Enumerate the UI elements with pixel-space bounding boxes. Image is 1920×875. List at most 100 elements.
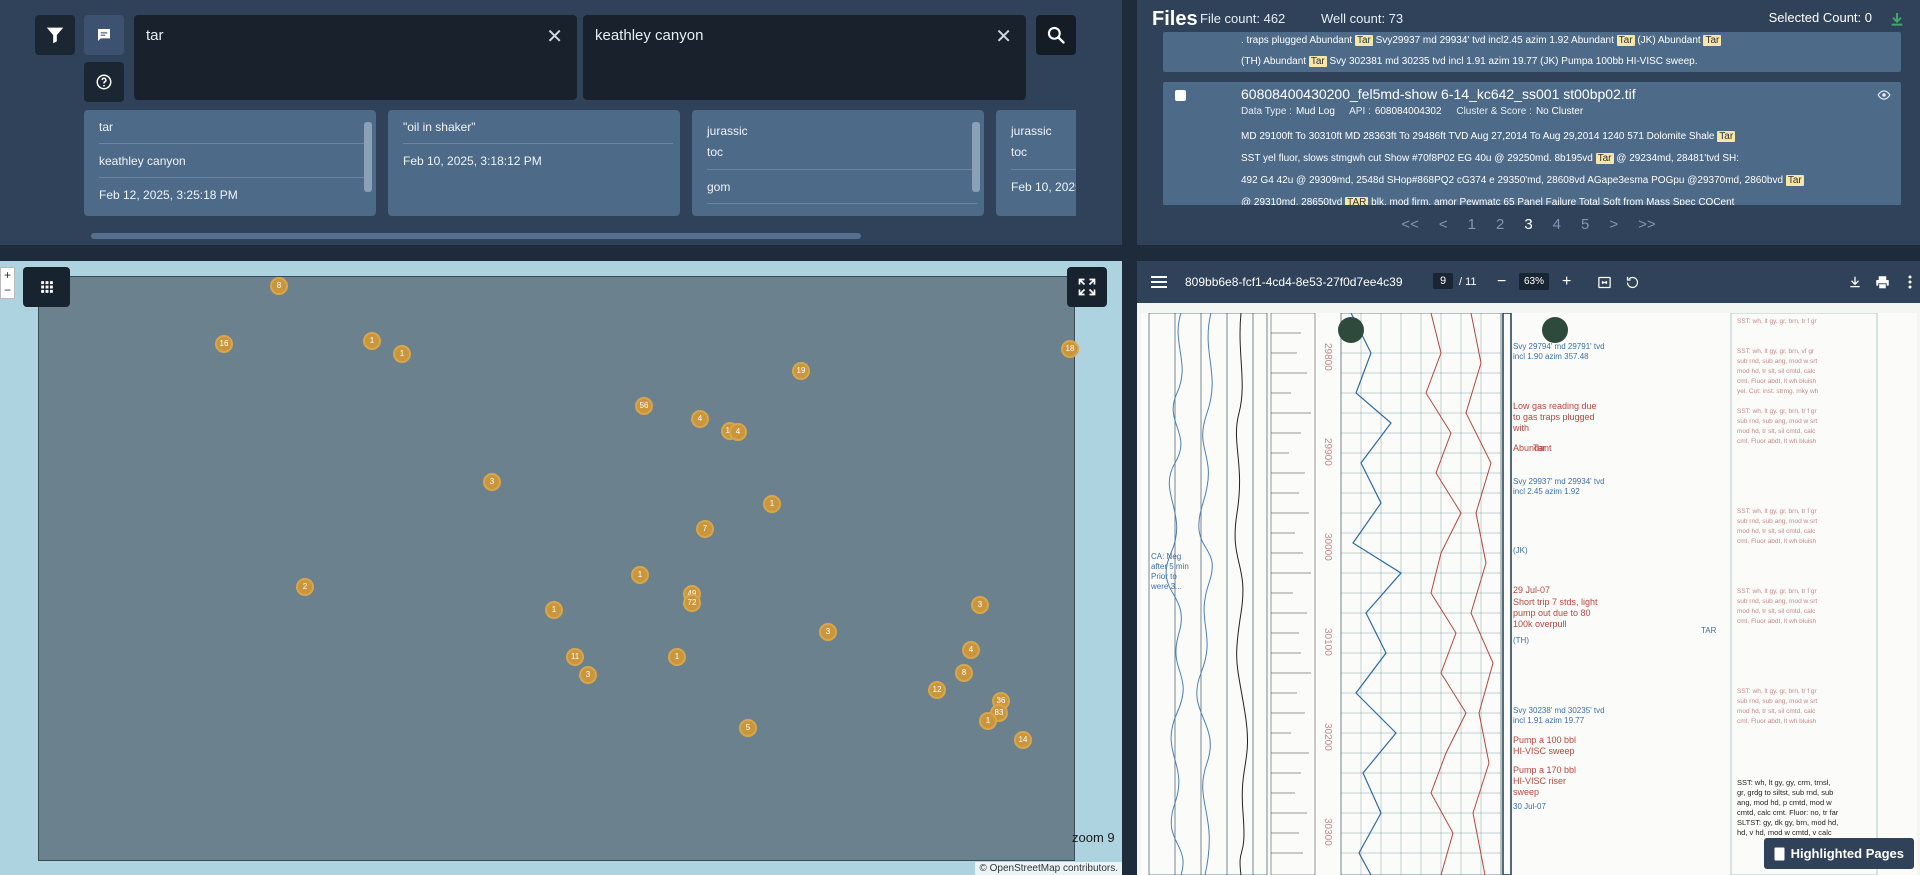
map-cluster-marker[interactable]: 1 <box>668 648 686 666</box>
page-link[interactable]: 2 <box>1496 216 1504 233</box>
map-cluster-marker[interactable]: 4 <box>729 423 747 441</box>
zoom-control: + − <box>0 267 15 299</box>
map-cluster-marker[interactable]: 8 <box>955 664 973 682</box>
help-button[interactable] <box>84 62 124 102</box>
history-scrollbar[interactable] <box>364 122 372 192</box>
page-link[interactable]: 5 <box>1581 216 1589 233</box>
zoom-out-button[interactable]: − <box>1 283 14 298</box>
map-cluster-marker[interactable]: 4 <box>962 641 980 659</box>
download-button[interactable] <box>1848 261 1862 303</box>
more-options-button[interactable] <box>1908 261 1912 303</box>
history-card[interactable]: "oil in shaker" Feb 10, 2025, 3:18:12 PM <box>388 110 680 216</box>
map-cluster-marker[interactable]: 7 <box>696 520 714 538</box>
pdf-page[interactable]: 29800 29900 30000 30100 30200 30300 Svy 29794… <box>1141 312 1917 875</box>
file-count: File count: 462 <box>1200 11 1286 26</box>
map-cluster-marker[interactable]: 56 <box>635 397 653 415</box>
download-button[interactable] <box>1886 8 1908 30</box>
page-link[interactable]: < <box>1439 216 1448 233</box>
map-cluster-marker[interactable]: 4 <box>691 410 709 428</box>
map-cluster-marker[interactable]: 14 <box>1014 731 1032 749</box>
svg-text:cmt. Fluor abdt, lt wh bluish: cmt. Fluor abdt, lt wh bluish <box>1737 718 1816 725</box>
history-horizontal-scrollbar[interactable] <box>91 233 861 239</box>
page-link[interactable]: > <box>1609 216 1618 233</box>
history-card[interactable]: jurassic toc gom <box>692 110 984 216</box>
zoom-in-button[interactable]: + <box>1 268 14 283</box>
map-cluster-marker[interactable]: 12 <box>928 681 946 699</box>
search-button[interactable] <box>1036 15 1076 55</box>
log-annotation: Svy 30238' md 30235' tvd <box>1513 706 1605 715</box>
log-annotation: TAR <box>1701 626 1717 635</box>
grid-button[interactable] <box>23 267 70 307</box>
history-card[interactable]: jurassic toc Feb 10, 2025 <box>996 110 1076 216</box>
map-cluster-marker[interactable]: 1 <box>979 712 997 730</box>
map-attribution[interactable]: © OpenStreetMap contributors. <box>975 862 1122 875</box>
file-card[interactable]: 60808400430200_fel5md-show 6-14_kc642_ss… <box>1163 82 1901 205</box>
history-term: jurassic <box>707 124 748 138</box>
map-cluster-marker[interactable]: 16 <box>215 335 233 353</box>
menu-button[interactable] <box>1151 261 1167 303</box>
svg-text:cmt. Fluor abdt, lt wh bluish: cmt. Fluor abdt, lt wh bluish <box>1737 618 1816 625</box>
zoom-level-input[interactable]: 63% <box>1519 273 1549 290</box>
map-cluster-marker[interactable]: 3 <box>483 473 501 491</box>
snippet-line: 492 G4 42u @ 29309md, 2548d SHop#868PQ2 … <box>1241 175 1804 186</box>
search-term-box[interactable]: tar ✕ <box>134 15 577 100</box>
highlighted-term: Tar <box>1595 153 1614 164</box>
map-cluster-marker[interactable]: 72 <box>683 594 701 612</box>
marker-dot <box>1338 317 1364 343</box>
page-link[interactable]: 3 <box>1524 216 1532 233</box>
more-vertical-icon <box>1908 275 1912 289</box>
print-button[interactable] <box>1875 261 1890 303</box>
map-cluster-marker[interactable]: 1 <box>363 332 381 350</box>
page-link[interactable]: 4 <box>1553 216 1561 233</box>
highlighted-pages-button[interactable]: Highlighted Pages <box>1763 838 1914 869</box>
fullscreen-icon <box>1078 278 1096 296</box>
log-annotation: Svy 29794' md 29791' tvd <box>1513 342 1605 351</box>
svg-text:cmt. Fluor abdt, lt wh bluish: cmt. Fluor abdt, lt wh bluish <box>1737 538 1816 545</box>
map-cluster-marker[interactable]: 11 <box>566 648 584 666</box>
map-cluster-marker[interactable]: 3 <box>971 596 989 614</box>
eye-icon <box>1877 90 1891 100</box>
page-link[interactable]: 1 <box>1468 216 1476 233</box>
map-cluster-marker[interactable]: 1 <box>545 601 563 619</box>
log-annotation: (JK) <box>1513 546 1528 555</box>
fit-page-button[interactable] <box>1597 261 1612 303</box>
fullscreen-button[interactable] <box>1067 267 1107 307</box>
log-annotation: 30 Jul-07 <box>1513 802 1546 811</box>
snippet-text: . traps plugged Abundant <box>1241 35 1355 46</box>
view-button[interactable] <box>1877 88 1891 107</box>
search-panel: tar ✕ keathley canyon ✕ tar keathley can… <box>0 0 1122 245</box>
file-card[interactable]: . traps plugged Abundant Tar Svy29937 md… <box>1163 32 1901 72</box>
rotate-button[interactable] <box>1625 261 1640 303</box>
map-panel[interactable]: + − zoom 9 © OpenStreetMap contributors.… <box>0 261 1122 875</box>
page-link[interactable]: >> <box>1638 216 1656 233</box>
zoom-out-button[interactable]: − <box>1497 261 1506 303</box>
map-cluster-marker[interactable]: 2 <box>296 578 314 596</box>
map-cluster-marker[interactable]: 8 <box>270 277 288 295</box>
close-icon[interactable]: ✕ <box>995 27 1012 47</box>
history-card[interactable]: tar keathley canyon Feb 12, 2025, 3:25:1… <box>84 110 376 216</box>
map-cluster-marker[interactable]: 3 <box>579 666 597 684</box>
page-number-input[interactable]: 9 <box>1433 273 1453 289</box>
page-link[interactable]: << <box>1401 216 1419 233</box>
history-term: toc <box>707 142 977 170</box>
zoom-in-button[interactable]: + <box>1562 261 1571 303</box>
svg-text:mod hd, tr slt, sil cmtd, calc: mod hd, tr slt, sil cmtd, calc <box>1737 528 1816 535</box>
log-annotation: incl 1.90 azim 357.48 <box>1513 352 1589 361</box>
map-cluster-marker[interactable]: 1 <box>763 495 781 513</box>
close-icon[interactable]: ✕ <box>546 27 563 47</box>
fit-page-icon <box>1598 276 1611 288</box>
svg-text:SST: wh, lt gy, gr, brn, tr f: SST: wh, lt gy, gr, brn, tr f gr <box>1737 408 1818 415</box>
map-cluster-marker[interactable]: 1 <box>631 566 649 584</box>
filter-button[interactable] <box>35 15 75 55</box>
map-cluster-marker[interactable]: 3 <box>819 623 837 641</box>
map-cluster-marker[interactable]: 5 <box>739 719 757 737</box>
file-checkbox[interactable] <box>1175 90 1186 101</box>
map-cluster-marker[interactable]: 1 <box>393 345 411 363</box>
map-cluster-marker[interactable]: 18 <box>1061 340 1079 358</box>
map-cluster-marker[interactable]: 19 <box>792 362 810 380</box>
history-scrollbar[interactable] <box>972 122 980 192</box>
chat-button[interactable] <box>84 15 124 55</box>
file-name[interactable]: 60808400430200_fel5md-show 6-14_kc642_ss… <box>1241 86 1636 102</box>
map-region[interactable] <box>38 276 1075 861</box>
search-term-box[interactable]: keathley canyon ✕ <box>583 15 1026 100</box>
